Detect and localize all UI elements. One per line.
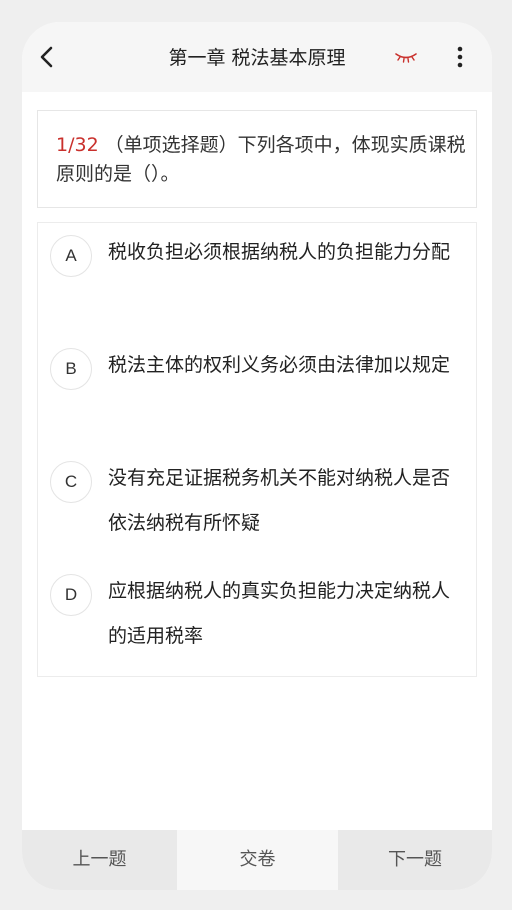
options-list: A 税收负担必须根据纳税人的负担能力分配 B 税法主体的权利义务必须由法律加以规… xyxy=(37,222,477,677)
app-screen: 第一章 税法基本原理 1/32 （单项选择题）下列各项中，体现实质课税原则的是（）… xyxy=(22,22,492,890)
option-text: 应根据纳税人的真实负担能力决定纳税人的适用税率 xyxy=(108,580,451,647)
question-card: 1/32 （单项选择题）下列各项中，体现实质课税原则的是（）。 xyxy=(37,110,477,208)
option-letter: B xyxy=(50,348,92,390)
option-letter: C xyxy=(50,461,92,503)
top-bar: 第一章 税法基本原理 xyxy=(22,22,492,92)
bottom-bar: 上一题 交卷 下一题 xyxy=(22,830,492,890)
option-text: 税收负担必须根据纳税人的负担能力分配 xyxy=(108,241,451,263)
back-button[interactable] xyxy=(30,40,64,74)
option-d[interactable]: D 应根据纳税人的真实负担能力决定纳税人的适用税率 xyxy=(38,562,476,662)
question-text: （单项选择题）下列各项中，体现实质课税原则的是（）。 xyxy=(56,134,466,185)
prev-question-button[interactable]: 上一题 xyxy=(22,830,177,890)
more-menu-button[interactable] xyxy=(446,42,474,72)
question-stem: 1/32 （单项选择题）下列各项中，体现实质课税原则的是（）。 xyxy=(56,131,466,189)
page-title: 第一章 税法基本原理 xyxy=(168,47,346,69)
question-number: 1/32 xyxy=(56,134,99,156)
eye-closed-icon xyxy=(395,53,417,63)
option-letter: A xyxy=(50,235,92,277)
option-text: 没有充足证据税务机关不能对纳税人是否依法纳税有所怀疑 xyxy=(108,467,451,534)
chevron-left-icon xyxy=(40,46,53,68)
option-c[interactable]: C 没有充足证据税务机关不能对纳税人是否依法纳税有所怀疑 xyxy=(38,449,476,549)
more-vertical-icon xyxy=(457,46,463,68)
option-a[interactable]: A 税收负担必须根据纳税人的负担能力分配 xyxy=(38,223,476,323)
option-b[interactable]: B 税法主体的权利义务必须由法律加以规定 xyxy=(38,336,476,436)
hide-answer-button[interactable] xyxy=(392,46,420,68)
next-question-button[interactable]: 下一题 xyxy=(338,830,492,890)
submit-exam-button[interactable]: 交卷 xyxy=(177,830,338,890)
option-text: 税法主体的权利义务必须由法律加以规定 xyxy=(108,354,451,376)
option-letter: D xyxy=(50,574,92,616)
